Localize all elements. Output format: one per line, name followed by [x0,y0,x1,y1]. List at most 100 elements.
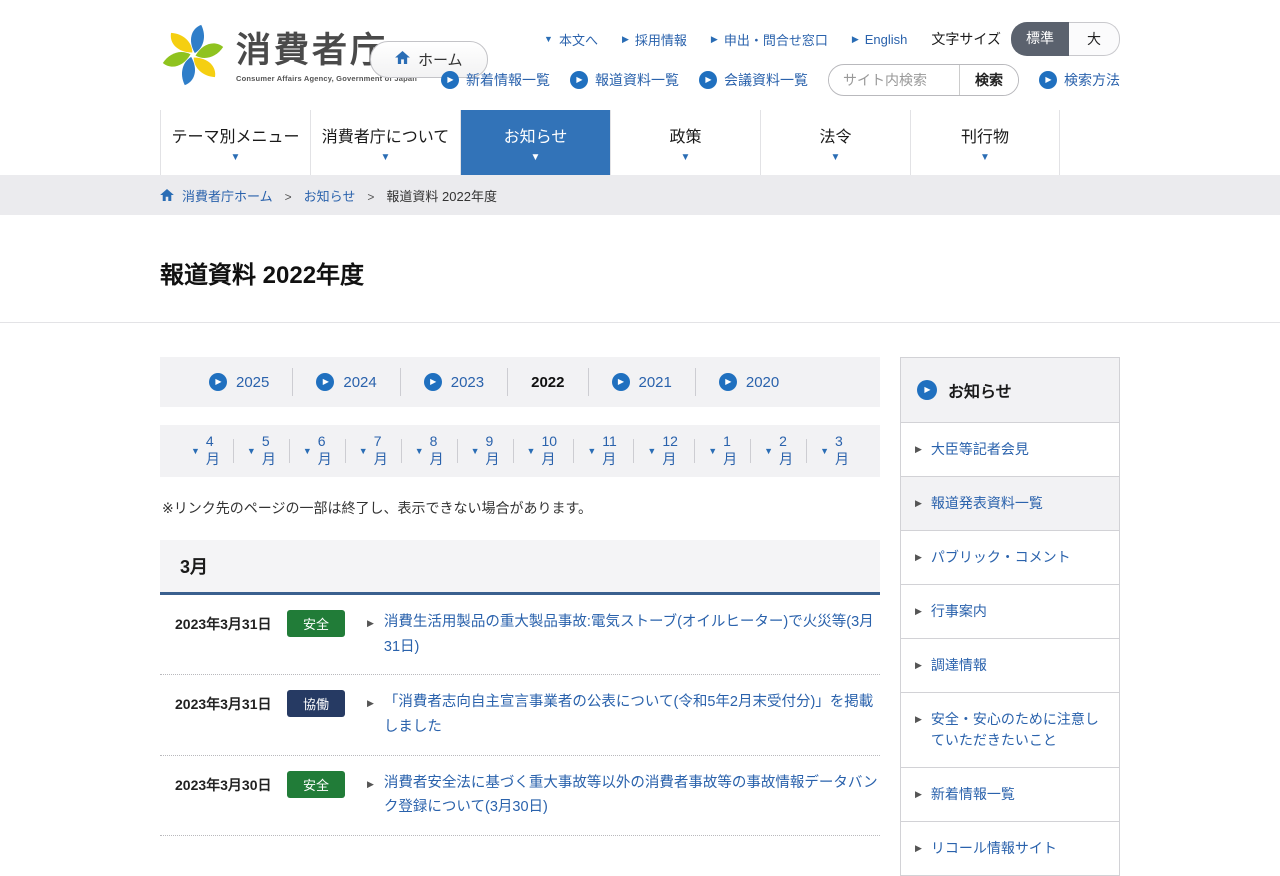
sidebar-item[interactable]: 新着情報一覧 [901,768,1119,822]
sidebar-item[interactable]: 安全・安心のために注意していただきたいこと [901,693,1119,768]
quick-links-nav: 新着情報一覧 報道資料一覧 会議資料一覧 検索 検索方法 [441,64,1120,96]
news-link[interactable]: 「消費者志向自主宣言事業者の公表について(令和5年2月末受付分)」を掲載しました [367,690,880,739]
triangle-marker-icon [544,34,553,44]
sidebar-item[interactable]: 大臣等記者会見 [901,423,1119,477]
triangle-down-icon [415,446,424,456]
nav-tab[interactable]: 政策 [610,110,760,175]
quick-link-label: 会議資料一覧 [724,72,808,88]
quick-link[interactable]: 会議資料一覧 [699,70,808,90]
triangle-right-icon [915,709,922,751]
news-link-title: 消費生活用製品の重大製品事故:電気ストーブ(オイルヒーター)で火災等(3月31日… [383,614,874,655]
month-link[interactable]: 8月 [402,433,458,467]
news-row: 2023年3月31日 安全 消費生活用製品の重大製品事故:電気ストーブ(オイルヒ… [160,595,880,676]
nav-tab[interactable]: 刊行物 [910,110,1060,175]
month-link[interactable]: 11月 [574,433,635,467]
year-tab-label: 2022 [531,373,565,391]
triangle-right-icon [915,439,922,460]
sidebar-item[interactable]: パブリック・コメント [901,531,1119,585]
triangle-marker-icon [852,34,859,45]
month-link[interactable]: 9月 [458,433,514,467]
triangle-right-icon [915,655,922,676]
year-tab[interactable]: 2020 [696,368,802,396]
site-search: 検索 [828,64,1019,96]
search-button[interactable]: 検索 [959,65,1018,95]
year-tabs: 2025 2024 2023 2022 [160,357,880,407]
quick-link[interactable]: 新着情報一覧 [441,70,550,90]
quick-link[interactable]: 報道資料一覧 [570,70,679,90]
month-link[interactable]: 4月 [178,433,234,467]
month-link[interactable]: 7月 [346,433,402,467]
nav-tab[interactable]: テーマ別メニュー [160,110,310,175]
year-tab[interactable]: 2023 [401,368,509,396]
news-link-title: 「消費者志向自主宣言事業者の公表について(令和5年2月末受付分)」を掲載しました [383,694,874,735]
nav-tab-label: テーマ別メニュー [171,128,300,146]
play-circle-icon [1039,71,1057,89]
triangle-down-icon [303,446,312,456]
font-size-large-button[interactable]: 大 [1069,22,1120,56]
news-date: 2023年3月31日 [175,616,272,632]
sidebar-heading-label: お知らせ [948,384,1012,401]
search-help-label: 検索方法 [1064,72,1120,88]
triangle-down-icon [527,446,536,456]
category-badge: 安全 [287,610,345,637]
month-link-label: 9月 [485,433,500,467]
news-link[interactable]: 消費者安全法に基づく重大事故等以外の消費者事故等の事故情報データバンク登録につい… [367,771,880,820]
year-tab[interactable]: 2025 [186,368,294,396]
triangle-down-icon [820,446,829,456]
month-link-label: 8月 [429,433,444,467]
breadcrumb-item[interactable]: 報道資料 2022年度 [355,186,497,205]
utility-link[interactable]: English [852,32,908,47]
sidebar: お知らせ 大臣等記者会見 報道発表資料一覧 [900,357,1120,876]
nav-tab[interactable]: 消費者庁について [310,110,460,175]
month-link[interactable]: 5月 [234,433,290,467]
month-link[interactable]: 2月 [751,433,808,467]
month-link-label: 3月 [835,433,849,467]
home-icon[interactable] [160,189,174,201]
disclaimer-note: ※リンク先のページの一部は終了し、表示できない場合があります。 [162,500,593,516]
month-link[interactable]: 12月 [634,433,696,467]
utility-link[interactable]: 採用情報 [622,30,687,49]
search-help-link[interactable]: 検索方法 [1039,70,1120,90]
sidebar-item[interactable]: 調達情報 [901,639,1119,693]
triangle-right-icon [915,784,922,805]
category-badge: 協働 [287,690,345,718]
nav-tab[interactable]: 法令 [760,110,910,175]
chevron-down-icon [531,153,541,163]
utility-link[interactable]: 申出・問合せ窓口 [711,30,828,49]
year-tab[interactable]: 2024 [293,368,401,396]
news-date: 2023年3月31日 [175,696,272,713]
sidebar-item-label: 安全・安心のために注意していただきたいこと [930,711,1099,748]
nav-tab[interactable]: お知らせ [460,110,610,175]
sidebar-item[interactable]: 行事案内 [901,585,1119,639]
news-link[interactable]: 消費生活用製品の重大製品事故:電気ストーブ(オイルヒーター)で火災等(3月31日… [367,610,880,659]
chevron-down-icon [381,153,391,163]
month-link[interactable]: 6月 [290,433,346,467]
breadcrumb-item[interactable]: 消費者庁ホーム [182,186,273,205]
play-circle-icon [611,373,630,391]
triangle-right-icon [367,771,374,820]
title-section: 報道資料 2022年度 [0,215,1280,323]
sidebar-item[interactable]: リコール情報サイト [901,822,1119,875]
month-link-label: 1月 [723,433,738,467]
triangle-right-icon [367,610,374,659]
play-circle-icon [718,373,737,391]
play-circle-icon [423,373,442,391]
triangle-down-icon [647,446,656,456]
utility-link-label: 申出・問合せ窓口 [723,32,828,48]
utility-link[interactable]: 本文へ [544,30,598,49]
search-input[interactable] [829,72,959,88]
triangle-down-icon [708,446,717,456]
font-size-standard-button[interactable]: 標準 [1011,22,1069,56]
breadcrumb-item[interactable]: お知らせ [273,186,356,205]
year-tab[interactable]: 2022 [508,368,589,396]
triangle-down-icon [471,446,480,456]
month-link[interactable]: 1月 [695,433,752,467]
month-link-label: 12月 [662,433,678,467]
sidebar-item[interactable]: 報道発表資料一覧 [901,477,1119,531]
play-circle-icon [699,71,717,89]
year-tab[interactable]: 2021 [589,368,696,396]
home-icon [395,51,410,68]
month-link[interactable]: 3月 [807,433,862,467]
month-link[interactable]: 10月 [514,433,575,467]
breadcrumb: 消費者庁ホーム お知らせ 報道資料 2022年度 [0,175,1280,215]
